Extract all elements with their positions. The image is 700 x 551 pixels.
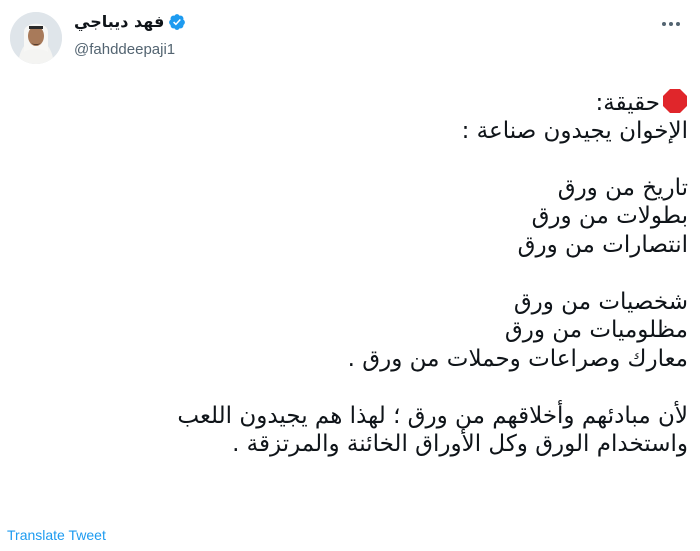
tweet-line-4: تاريخ من ورق [557,174,688,201]
tweet-line-12: لأن مبادئهم وأخلاقهم من ورق ؛ لهذا هم يج… [177,402,688,429]
author-display-name[interactable]: فهد ديباجي [74,12,164,31]
tweet-line-2: الإخوان يجيدون صناعة : [461,117,688,144]
stop-sign-emoji-icon [662,88,688,114]
more-options-icon[interactable] [656,14,686,34]
tweet-line-6: انتصارات من ورق [517,231,688,258]
tweet-line-1: حقيقة: [12,88,688,117]
avatar[interactable] [10,12,62,64]
verified-badge-icon [168,13,186,31]
author-handle[interactable]: @fahddeepaji1 [74,41,175,58]
translate-tweet-link[interactable]: Translate Tweet [7,527,106,543]
tweet-line-5: بطولات من ورق [531,203,688,229]
tweet-text: حقيقة: الإخوان يجيدون صناعة : تاريخ من و… [12,88,688,459]
tweet-line-8: شخصيات من ورق [513,288,688,315]
author-name-row[interactable]: فهد ديباجي [74,12,186,31]
tweet-line-9: مظلوميات من ورق [504,317,688,343]
tweet-line-13: واستخدام الورق وكل الأوراق الخائنة والمر… [232,431,688,457]
tweet-line-text: حقيقة: [595,90,660,116]
tweet-header: فهد ديباجي @fahddeepaji1 [0,0,700,78]
tweet-line-10: معارك وصراعات وحملات من ورق . [347,345,688,372]
profile-photo [10,12,62,64]
